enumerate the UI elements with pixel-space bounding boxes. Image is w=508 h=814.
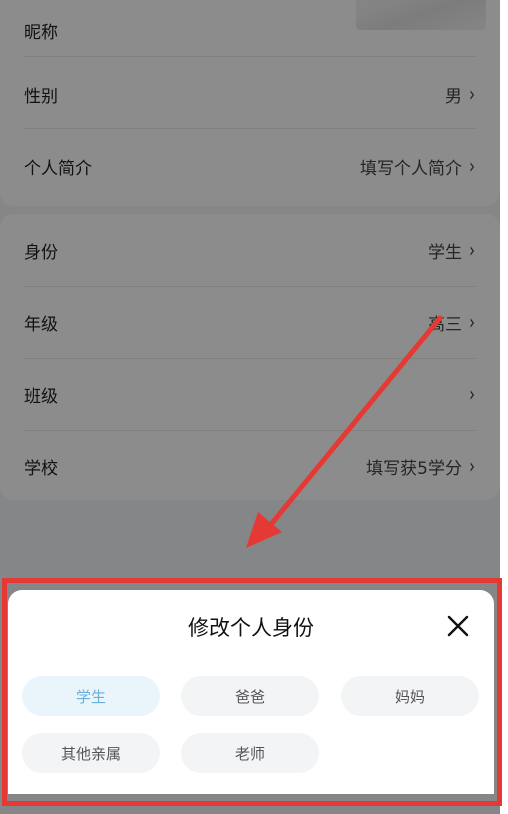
option-father[interactable]: 爸爸 — [181, 676, 319, 716]
option-student[interactable]: 学生 — [22, 676, 160, 716]
option-teacher[interactable]: 老师 — [181, 733, 319, 773]
close-icon — [447, 615, 469, 637]
close-button[interactable] — [444, 612, 472, 640]
sheet-title: 修改个人身份 — [188, 616, 314, 640]
option-mother[interactable]: 妈妈 — [341, 676, 479, 716]
screen-edge — [500, 0, 508, 814]
identity-picker-sheet: 修改个人身份 学生 爸爸 妈妈 其他亲属 老师 — [8, 590, 494, 794]
option-other-relative[interactable]: 其他亲属 — [22, 733, 160, 773]
